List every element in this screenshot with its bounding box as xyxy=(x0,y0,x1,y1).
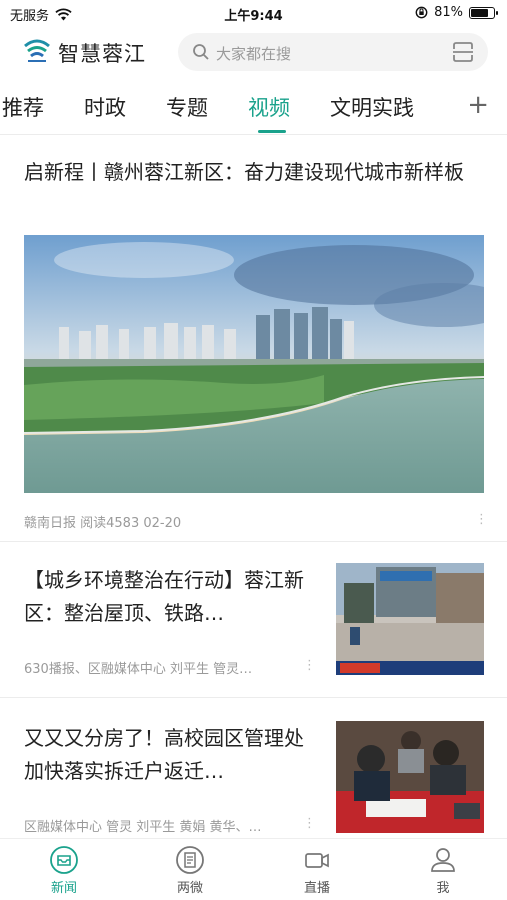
rotation-lock-icon xyxy=(415,6,428,19)
app-title: 智慧蓉江 xyxy=(58,42,146,66)
article-title[interactable]: 【城乡环境整治在行动】蓉江新区：整治屋顶、铁路… xyxy=(24,564,314,630)
app-logo-icon xyxy=(24,39,50,62)
article-more-button[interactable]: ⋮ xyxy=(303,816,316,831)
nav-me[interactable]: 我 xyxy=(403,845,483,896)
nav-news[interactable]: 新闻 xyxy=(24,845,104,896)
status-bar: 无服务 上午9:44 81% xyxy=(0,0,507,28)
bottom-nav: 新闻 两微 直播 我 xyxy=(0,838,507,900)
tab-topics[interactable]: 专题 xyxy=(166,92,208,122)
battery-percent: 81% xyxy=(434,5,463,20)
tab-video[interactable]: 视频 xyxy=(248,92,290,122)
search-icon xyxy=(193,44,209,60)
feature-article-meta: 赣南日报 阅读4583 02-20 xyxy=(24,516,182,531)
app-header: 智慧蓉江 大家都在搜 xyxy=(0,30,507,74)
video-camera-icon xyxy=(305,853,329,868)
nav-weibo-wechat-label: 两微 xyxy=(176,881,203,896)
active-tab-indicator xyxy=(258,130,286,133)
feature-more-button[interactable]: ⋮ xyxy=(475,512,488,527)
nav-news-label: 新闻 xyxy=(50,881,77,896)
user-icon xyxy=(431,848,455,872)
tab-civilization[interactable]: 文明实践 xyxy=(330,92,414,122)
article-divider xyxy=(0,697,507,698)
battery-icon xyxy=(469,6,498,19)
tab-recommend[interactable]: 推荐 xyxy=(2,92,44,122)
tabs-divider xyxy=(0,134,507,135)
nav-weibo-wechat[interactable]: 两微 xyxy=(150,845,230,896)
nav-live-label: 直播 xyxy=(303,881,330,896)
search-bar[interactable]: 大家都在搜 xyxy=(178,33,488,71)
article-title[interactable]: 又又又分房了！高校园区管理处加快落实拆迁户返迁… xyxy=(24,722,314,788)
article-meta: 630播报、区融媒体中心 刘平生 管灵… xyxy=(24,662,253,677)
article-meta: 区融媒体中心 管灵 刘平生 黄娟 黄华、… xyxy=(24,820,262,835)
article-thumbnail[interactable] xyxy=(336,563,484,675)
article-divider xyxy=(0,541,507,542)
channel-tabs: 推荐 时政 专题 视频 文明实践 + xyxy=(0,86,507,134)
nav-me-label: 我 xyxy=(436,881,450,896)
feature-article-image[interactable] xyxy=(24,235,484,493)
article-more-button[interactable]: ⋮ xyxy=(303,658,316,673)
tab-politics[interactable]: 时政 xyxy=(84,92,126,122)
scan-icon[interactable] xyxy=(452,42,474,62)
document-icon xyxy=(176,846,204,874)
feature-article-title[interactable]: 启新程丨赣州蓉江新区：奋力建设现代城市新样板 xyxy=(24,156,486,188)
article-thumbnail[interactable] xyxy=(336,721,484,833)
search-placeholder: 大家都在搜 xyxy=(216,45,292,63)
news-icon xyxy=(50,846,78,874)
nav-live[interactable]: 直播 xyxy=(277,845,357,896)
add-channel-button[interactable]: + xyxy=(467,90,489,120)
